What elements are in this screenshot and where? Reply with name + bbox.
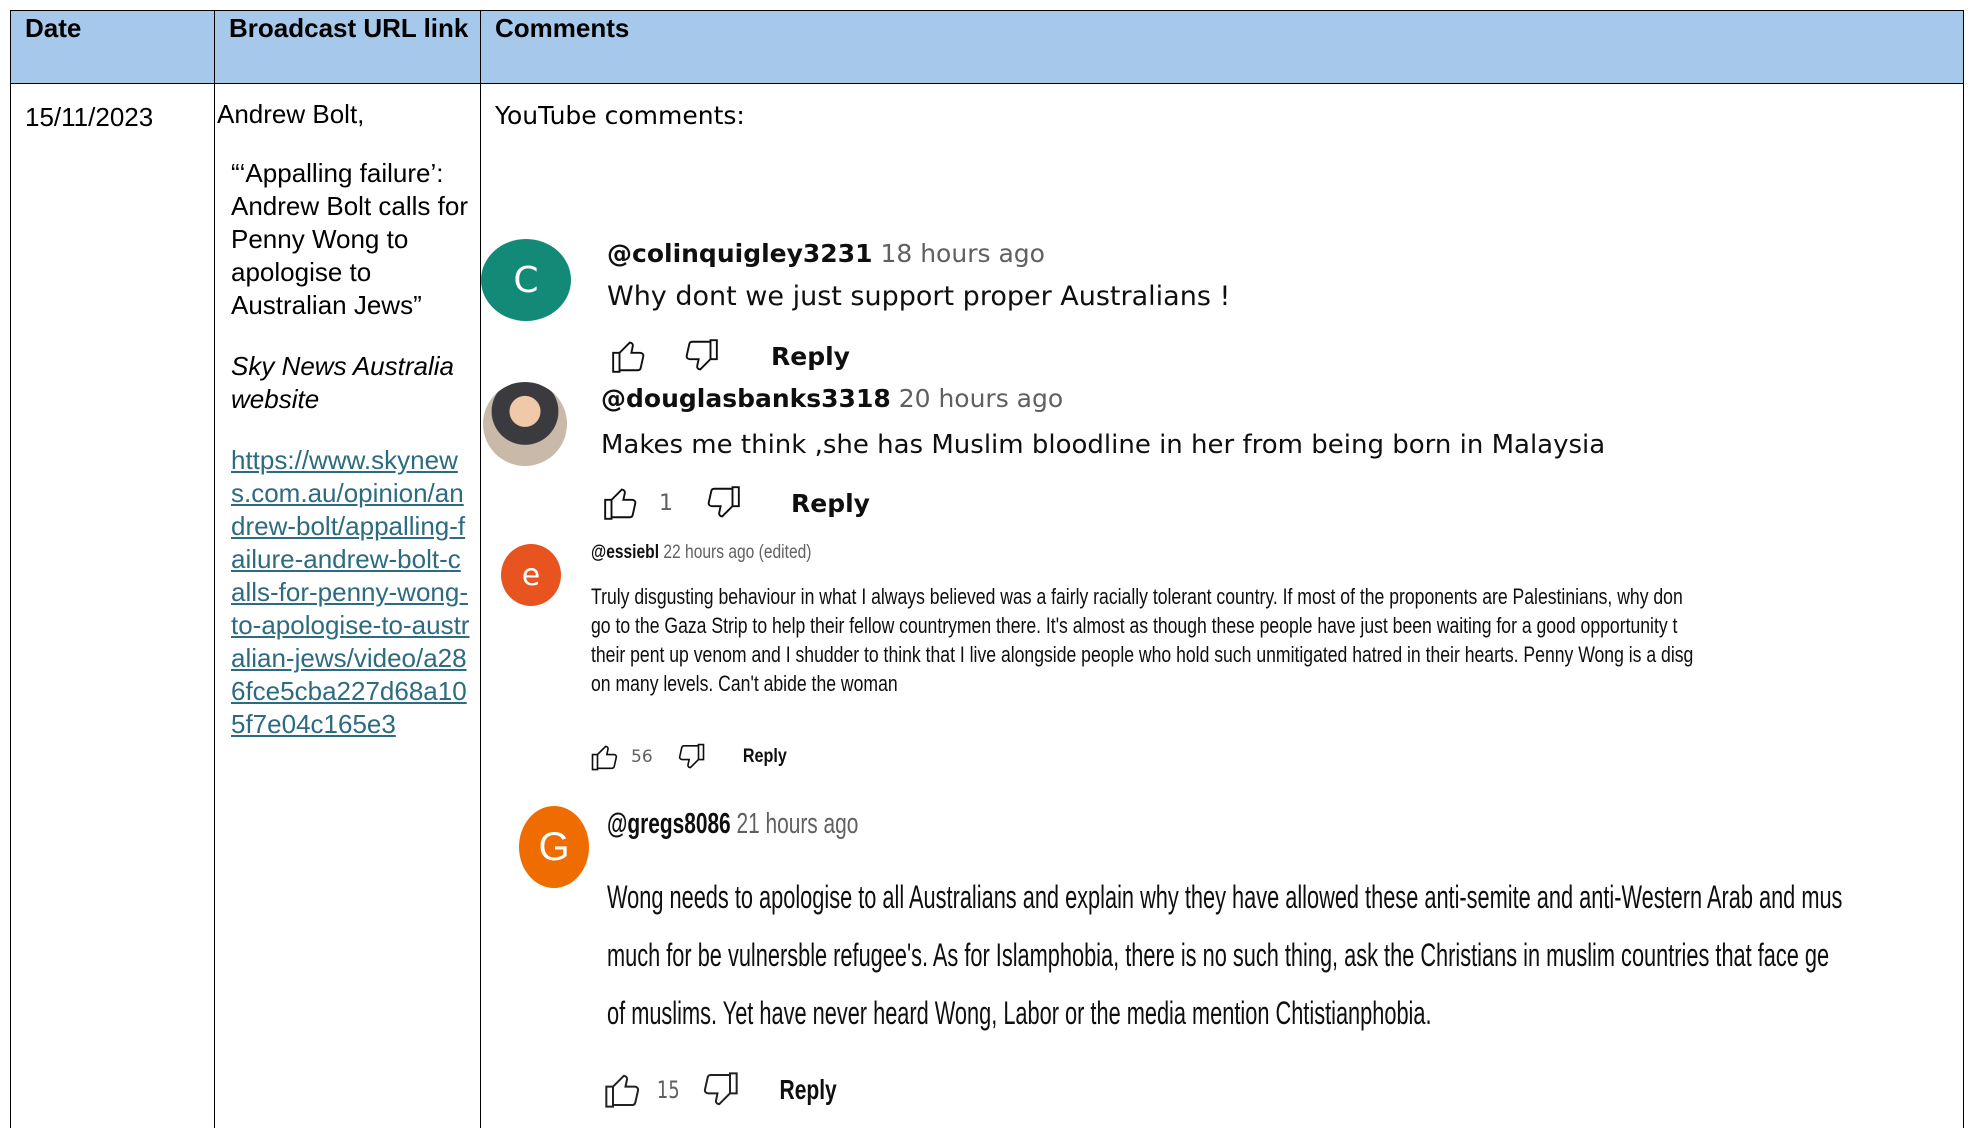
- comment-handle[interactable]: @douglasbanks3318: [601, 384, 891, 413]
- reply-button[interactable]: Reply: [791, 489, 870, 518]
- avatar-letter: G: [538, 824, 570, 869]
- comment-1: C @colinquigley3231 18 hours ago Why don…: [481, 229, 1381, 379]
- comment-actions: Reply: [607, 337, 850, 375]
- thumbs-up-icon[interactable]: [599, 484, 643, 522]
- comment-handle[interactable]: @essiebl: [591, 542, 659, 563]
- thumbs-down-icon[interactable]: [701, 484, 745, 522]
- thumbs-down-icon[interactable]: [675, 742, 707, 772]
- comment-time: 18 hours ago: [880, 239, 1045, 268]
- reply-button[interactable]: Reply: [779, 1074, 836, 1106]
- comment-line: much for be vulnersble refugee's. As for…: [607, 937, 1830, 973]
- table-header-row: Date Broadcast URL link Comments: [10, 10, 1964, 84]
- comment-handle[interactable]: @gregs8086: [607, 808, 731, 840]
- comment-time: 22 hours ago (edited): [663, 542, 812, 563]
- avatar: [483, 382, 567, 466]
- comment-text-block: Wong needs to apologise to all Australia…: [607, 868, 1970, 1042]
- comment-text: Makes me think ,she has Muslim bloodline…: [601, 430, 1606, 460]
- broadcaster-name: Andrew Bolt,: [217, 99, 365, 129]
- thumbs-up-icon[interactable]: [589, 742, 621, 772]
- avatar: e: [501, 544, 561, 606]
- header-comments: Comments: [480, 10, 1964, 84]
- avatar: G: [519, 806, 589, 888]
- comments-cell: YouTube comments: C @colinquigley3231 18…: [480, 83, 1964, 1128]
- comment-actions: 1 Reply: [599, 484, 870, 522]
- comments-table: Date Broadcast URL link Comments 15/11/2…: [10, 10, 1964, 1128]
- comment-line: go to the Gaza Strip to help their fello…: [591, 613, 1678, 638]
- comment-text: Why dont we just support proper Australi…: [607, 281, 1231, 312]
- comment-time: 21 hours ago: [736, 808, 859, 840]
- comment-time: 20 hours ago: [898, 384, 1064, 413]
- reply-button[interactable]: Reply: [771, 342, 850, 371]
- broadcast-source: Sky News Australia website: [231, 351, 454, 414]
- comment-actions: 15 Reply: [603, 1066, 846, 1114]
- thumbs-up-icon[interactable]: [603, 1066, 643, 1114]
- comment-line: Truly disgusting behaviour in what I alw…: [591, 584, 1683, 609]
- avatar-letter: C: [513, 259, 539, 301]
- broadcast-url-link[interactable]: https://www.skynews.com.au/opinion/andre…: [217, 444, 470, 741]
- avatar: C: [481, 239, 571, 321]
- comments-intro: YouTube comments:: [495, 101, 745, 130]
- comment-text-block: Truly disgusting behaviour in what I alw…: [591, 582, 1970, 698]
- comment-4: G @gregs8086 21 hours ago Wong needs to …: [511, 794, 1970, 1124]
- like-count: 56: [631, 747, 653, 767]
- thumbs-up-icon[interactable]: [607, 337, 651, 375]
- like-count: 15: [656, 1076, 680, 1104]
- header-date: Date: [10, 10, 215, 84]
- reply-button[interactable]: Reply: [743, 746, 787, 768]
- comment-line: Wong needs to apologise to all Australia…: [607, 879, 1843, 915]
- date-cell: 15/11/2023: [10, 83, 215, 1128]
- like-count: 1: [659, 490, 673, 516]
- comment-2: @douglasbanks3318 20 hours ago Makes me …: [481, 372, 1681, 532]
- header-broadcast: Broadcast URL link: [214, 10, 481, 84]
- broadcast-cell: Andrew Bolt, “‘Appalling failure’: Andre…: [214, 83, 481, 1128]
- comment-line: their pent up venom and I shudder to thi…: [591, 642, 1694, 667]
- thumbs-down-icon[interactable]: [700, 1066, 740, 1114]
- comment-3: e @essiebl 22 hours ago (edited) Truly d…: [481, 532, 1970, 784]
- thumbs-down-icon[interactable]: [679, 337, 723, 375]
- broadcast-title: “‘Appalling failure’: Andrew Bolt calls …: [231, 158, 468, 320]
- comment-handle[interactable]: @colinquigley3231: [607, 239, 873, 268]
- comment-actions: 56 Reply: [589, 742, 790, 772]
- table-row: 15/11/2023 Andrew Bolt, “‘Appalling fail…: [10, 83, 1964, 1128]
- avatar-letter: e: [521, 557, 541, 593]
- comment-line: on many levels. Can't abide the woman: [591, 671, 898, 696]
- comment-line: of muslims. Yet have never heard Wong, L…: [607, 995, 1432, 1031]
